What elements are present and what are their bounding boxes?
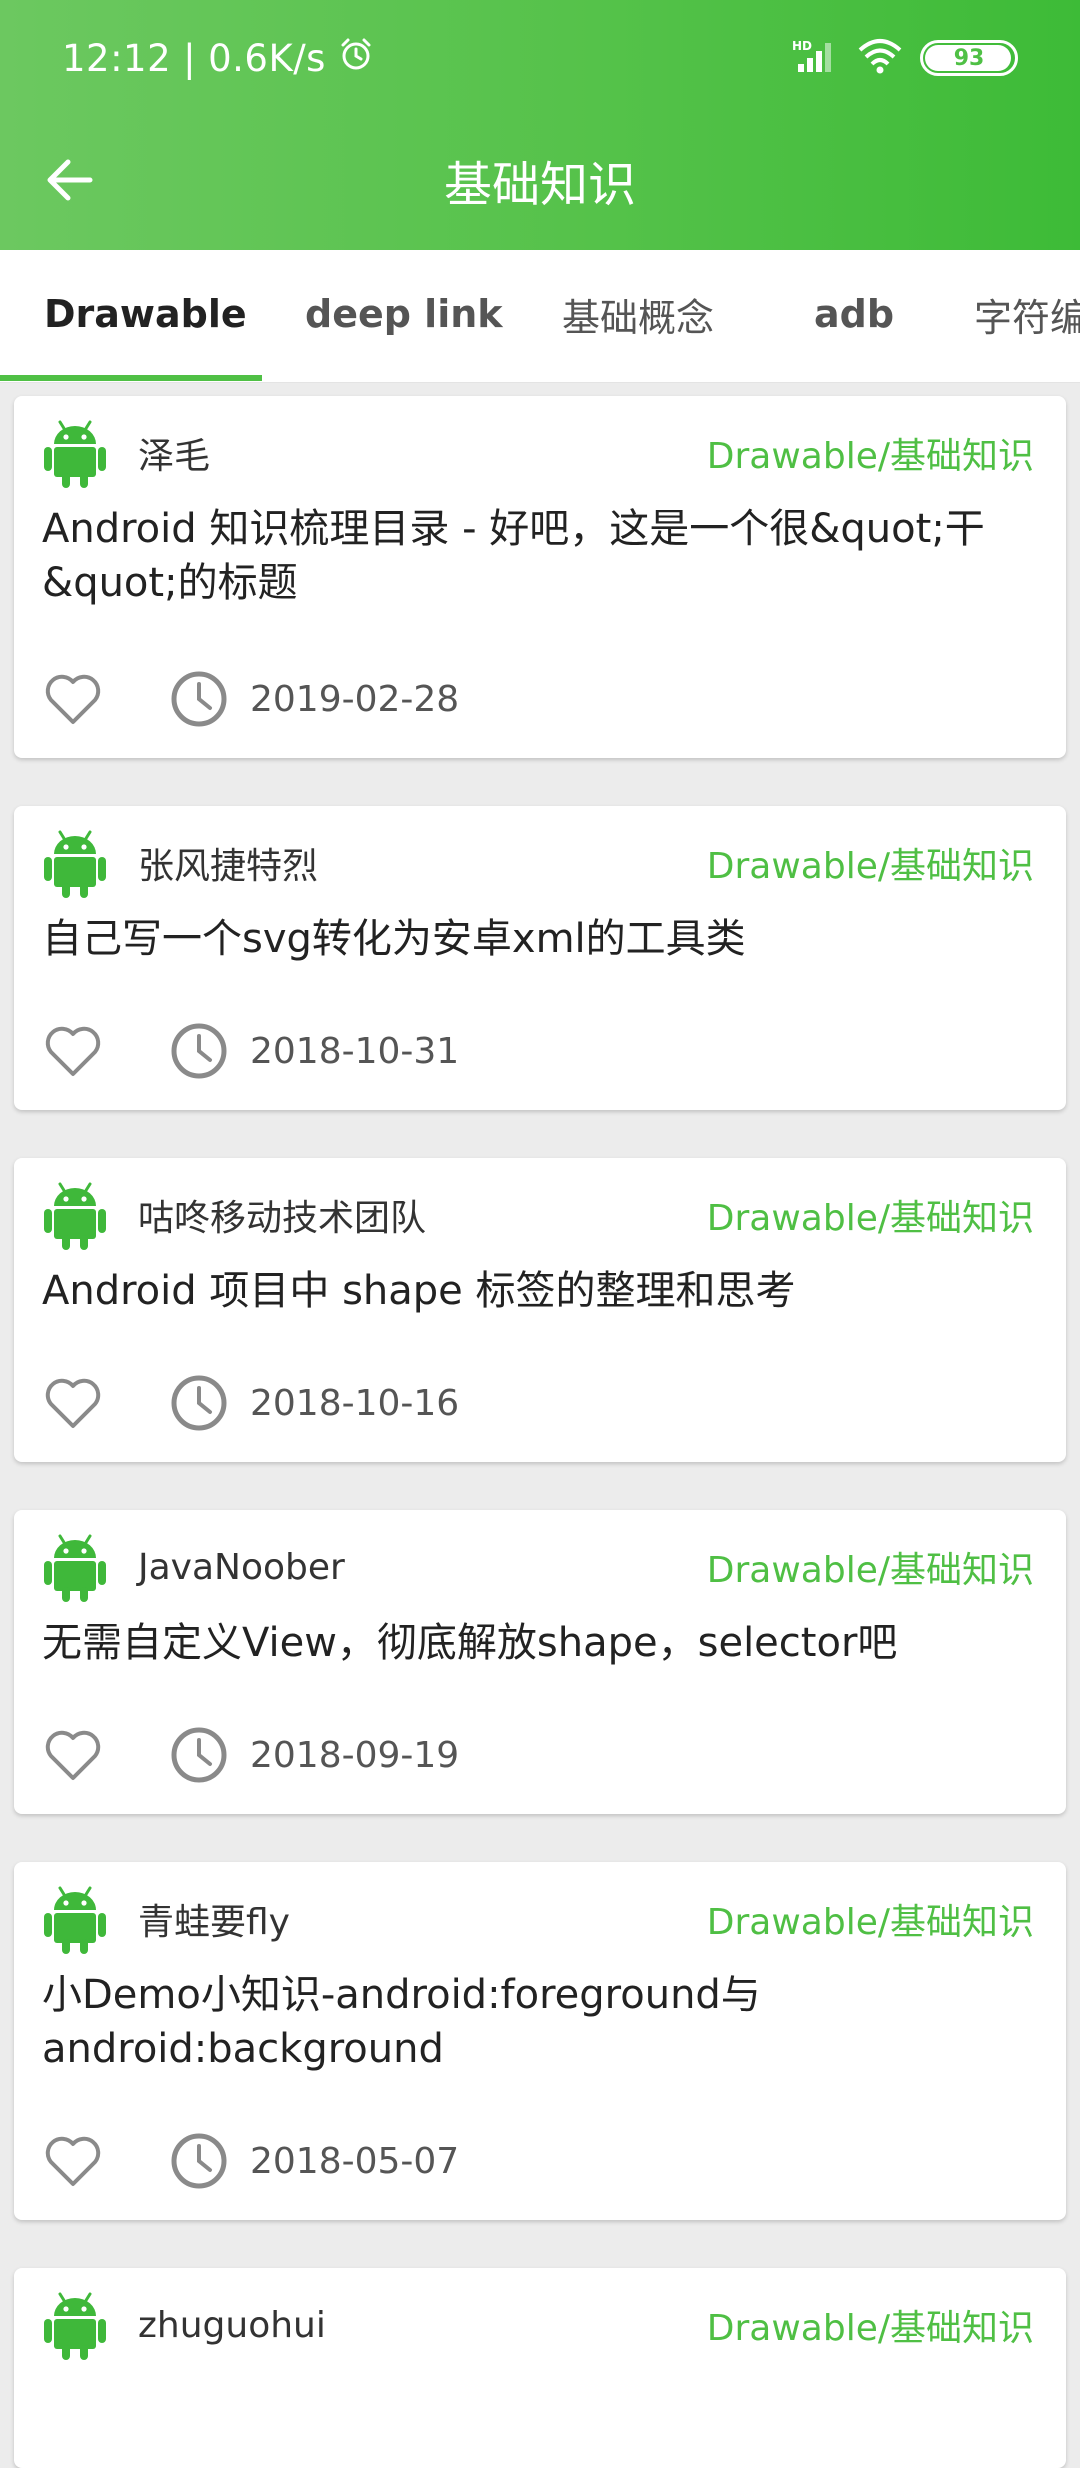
status-time: 12:12 [62, 36, 172, 80]
card-header: zhuguohui Drawable/基础知识 [44, 2290, 1034, 2360]
publish-date: 2018-10-16 [250, 1382, 460, 1424]
chapter-link[interactable]: Drawable/基础知识 [707, 427, 1034, 479]
chapter-link[interactable]: Drawable/基础知识 [707, 1893, 1034, 1945]
heart-icon[interactable] [42, 668, 104, 730]
clock-icon [171, 1375, 227, 1431]
heart-icon[interactable] [42, 2130, 104, 2192]
article-title: Android 项目中 shape 标签的整理和思考 [42, 1268, 796, 1314]
chapter-link[interactable]: Drawable/基础知识 [707, 2299, 1034, 2351]
author-name: zhuguohui [138, 2304, 326, 2346]
heart-icon[interactable] [42, 1724, 104, 1786]
android-icon [44, 2292, 106, 2360]
article-title: Android 知识梳理目录 - 好吧，这是一个很&quot;干&quot;的标… [42, 506, 985, 606]
card-footer: 2018-09-19 [42, 1720, 459, 1790]
tab-bar: Drawable deep link 基础概念 adb 字符编 [0, 250, 1080, 383]
author-name: JavaNoober [138, 1546, 345, 1588]
card-header: JavaNoober Drawable/基础知识 [44, 1532, 1034, 1602]
battery-icon: 93 [920, 40, 1018, 76]
page-title: 基础知识 [443, 157, 636, 213]
status-right: HD 93 [792, 30, 1018, 86]
author-name: 泽毛 [138, 436, 211, 477]
android-icon [44, 1534, 106, 1602]
article-title: 自己写一个svg转化为安卓xml的工具类 [42, 916, 746, 962]
article-card[interactable]: 青蛙要fly Drawable/基础知识 小Demo小知识-android:fo… [14, 1862, 1066, 2220]
article-title: 小Demo小知识-android:foreground与android:back… [42, 1972, 761, 2072]
heart-icon[interactable] [42, 1372, 104, 1434]
card-footer: 2018-10-16 [42, 1368, 459, 1438]
tab-indicator [0, 375, 262, 381]
network-label: HD [792, 39, 812, 53]
tab-adb[interactable]: adb [814, 250, 894, 378]
chapter-link[interactable]: Drawable/基础知识 [707, 837, 1034, 889]
author-name: 张风捷特烈 [138, 846, 319, 887]
chapter-link[interactable]: Drawable/基础知识 [707, 1541, 1034, 1593]
wifi-icon [858, 38, 902, 78]
article-card[interactable]: 咕咚移动技术团队 Drawable/基础知识 Android 项目中 shape… [14, 1158, 1066, 1462]
card-header: 张风捷特烈 Drawable/基础知识 [44, 828, 1034, 898]
toolbar: 基础知识 [0, 110, 1080, 250]
tab-deep-link[interactable]: deep link [305, 250, 503, 378]
article-card[interactable]: 张风捷特烈 Drawable/基础知识 自己写一个svg转化为安卓xml的工具类… [14, 806, 1066, 1110]
article-card[interactable]: JavaNoober Drawable/基础知识 无需自定义View，彻底解放s… [14, 1510, 1066, 1814]
card-footer: 2018-05-07 [42, 2126, 459, 2196]
article-card[interactable]: 泽毛 Drawable/基础知识 Android 知识梳理目录 - 好吧，这是一… [14, 396, 1066, 758]
status-bar: 12:12 | 0.6K/s HD 93 [0, 0, 1080, 110]
card-header: 咕咚移动技术团队 Drawable/基础知识 [44, 1180, 1034, 1250]
publish-date: 2018-10-31 [250, 1030, 460, 1072]
card-footer: 2019-02-28 [42, 664, 459, 734]
tab-char-encoding[interactable]: 字符编 [974, 250, 1080, 378]
clock-icon [171, 2133, 227, 2189]
alarm-icon [338, 36, 374, 81]
author-name: 青蛙要fly [138, 1902, 290, 1943]
android-icon [44, 420, 106, 488]
article-card[interactable]: zhuguohui Drawable/基础知识 [14, 2268, 1066, 2468]
tab-drawable[interactable]: Drawable [44, 250, 247, 378]
publish-date: 2019-02-28 [250, 678, 460, 720]
status-left: 12:12 | 0.6K/s [62, 30, 374, 86]
back-button[interactable] [30, 140, 110, 220]
publish-date: 2018-09-19 [250, 1734, 460, 1776]
card-footer: 2018-10-31 [42, 1016, 459, 1086]
publish-date: 2018-05-07 [250, 2140, 460, 2182]
card-header: 泽毛 Drawable/基础知识 [44, 418, 1034, 488]
clock-icon [171, 1023, 227, 1079]
back-arrow-icon [47, 159, 93, 201]
battery-level: 93 [953, 45, 985, 71]
android-icon [44, 1182, 106, 1250]
android-icon [44, 1886, 106, 1954]
signal-icon: HD [792, 38, 840, 78]
status-divider: | [183, 36, 197, 80]
card-header: 青蛙要fly Drawable/基础知识 [44, 1884, 1034, 1954]
clock-icon [171, 1727, 227, 1783]
chapter-link[interactable]: Drawable/基础知识 [707, 1189, 1034, 1241]
clock-icon [171, 671, 227, 727]
author-name: 咕咚移动技术团队 [138, 1198, 427, 1239]
android-icon [44, 830, 106, 898]
heart-icon[interactable] [42, 1020, 104, 1082]
tab-basic-concepts[interactable]: 基础概念 [562, 250, 714, 378]
article-title: 无需自定义View，彻底解放shape，selector吧 [42, 1620, 898, 1666]
app-bar: 12:12 | 0.6K/s HD 93 基础知识 [0, 0, 1080, 250]
status-speed: 0.6K/s [208, 36, 326, 80]
